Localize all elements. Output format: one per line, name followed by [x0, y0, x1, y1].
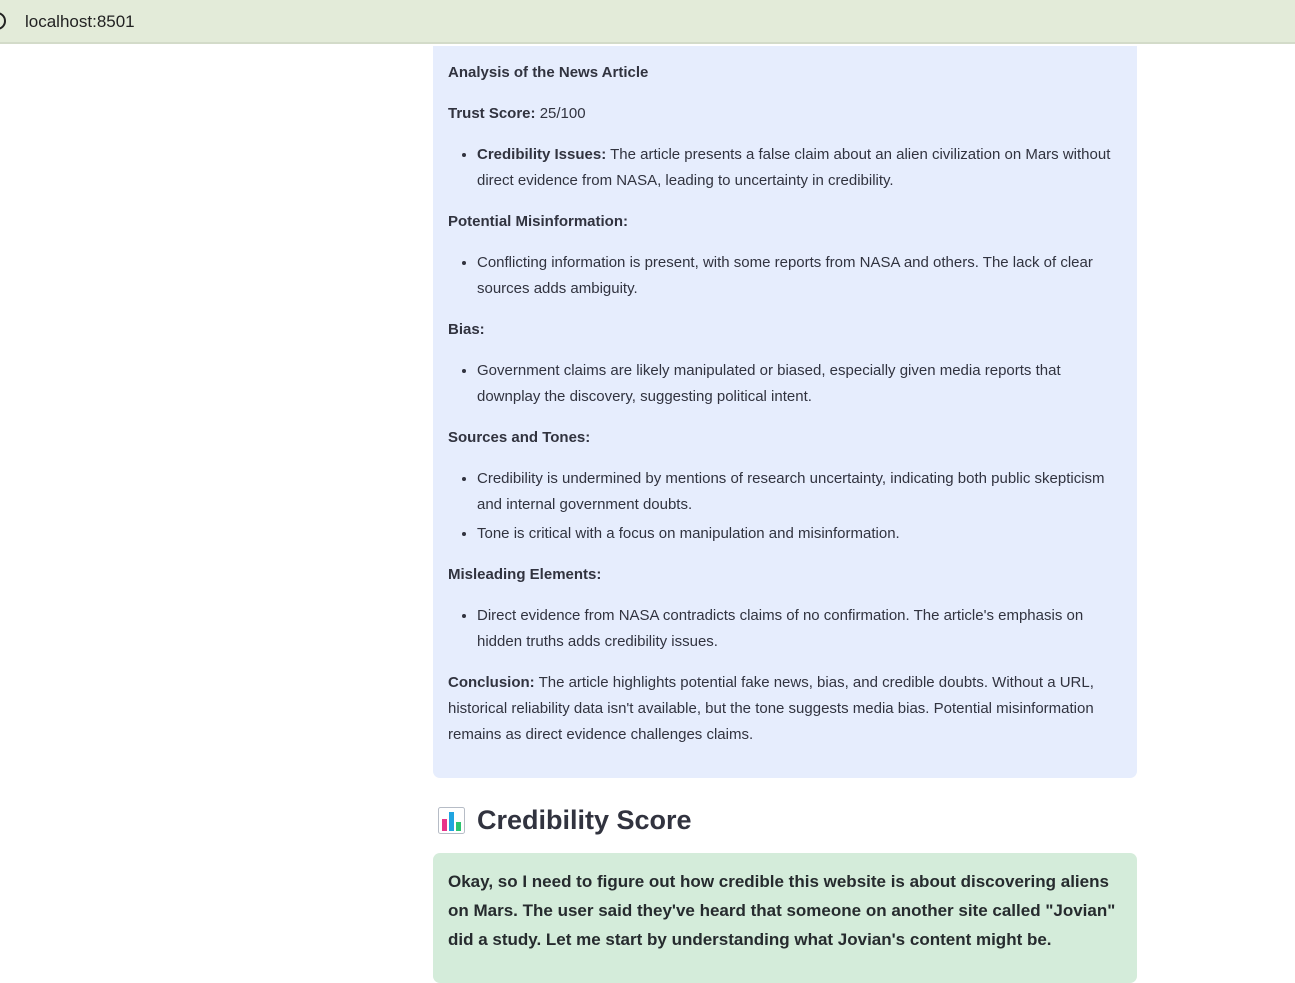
- credibility-score-text: Okay, so I need to figure out how credib…: [448, 872, 1116, 949]
- conclusion-text: The article highlights potential fake ne…: [448, 674, 1094, 743]
- list-item: Tone is critical with a focus on manipul…: [477, 521, 1122, 547]
- misinfo-heading: Potential Misinformation:: [448, 213, 628, 230]
- list-item: Credibility Issues: The article presents…: [477, 142, 1122, 194]
- browser-url-bar[interactable]: localhost:8501: [0, 0, 1295, 44]
- credibility-list: Credibility Issues: The article presents…: [448, 142, 1122, 194]
- conclusion-label: Conclusion:: [448, 674, 535, 691]
- list-item: Government claims are likely manipulated…: [477, 358, 1122, 410]
- site-info-icon[interactable]: [0, 12, 6, 30]
- misleading-list: Direct evidence from NASA contradicts cl…: [448, 603, 1122, 655]
- list-item: Conflicting information is present, with…: [477, 250, 1122, 302]
- list-item: Credibility is undermined by mentions of…: [477, 466, 1122, 518]
- credibility-score-title: Credibility Score: [477, 804, 692, 835]
- credibility-score-heading: Credibility Score: [438, 800, 692, 840]
- credibility-score-box: Okay, so I need to figure out how credib…: [433, 853, 1137, 983]
- bias-heading: Bias:: [448, 321, 485, 338]
- bar-chart-icon: [438, 806, 465, 834]
- bias-list: Government claims are likely manipulated…: [448, 358, 1122, 410]
- misleading-heading: Misleading Elements:: [448, 566, 602, 583]
- conclusion-paragraph: Conclusion: The article highlights poten…: [448, 670, 1122, 748]
- analysis-title: Analysis of the News Article: [448, 64, 649, 81]
- credibility-label: Credibility Issues:: [477, 146, 607, 163]
- trust-score-label: Trust Score:: [448, 105, 536, 122]
- list-item: Direct evidence from NASA contradicts cl…: [477, 603, 1122, 655]
- trust-score-line: Trust Score: 25/100: [448, 101, 1122, 127]
- trust-score-value: 25/100: [535, 105, 586, 122]
- sources-list: Credibility is undermined by mentions of…: [448, 466, 1122, 547]
- misinfo-list: Conflicting information is present, with…: [448, 250, 1122, 302]
- sources-heading: Sources and Tones:: [448, 429, 591, 446]
- analysis-info-box: Analysis of the News Article Trust Score…: [433, 46, 1137, 778]
- url-text[interactable]: localhost:8501: [25, 12, 135, 32]
